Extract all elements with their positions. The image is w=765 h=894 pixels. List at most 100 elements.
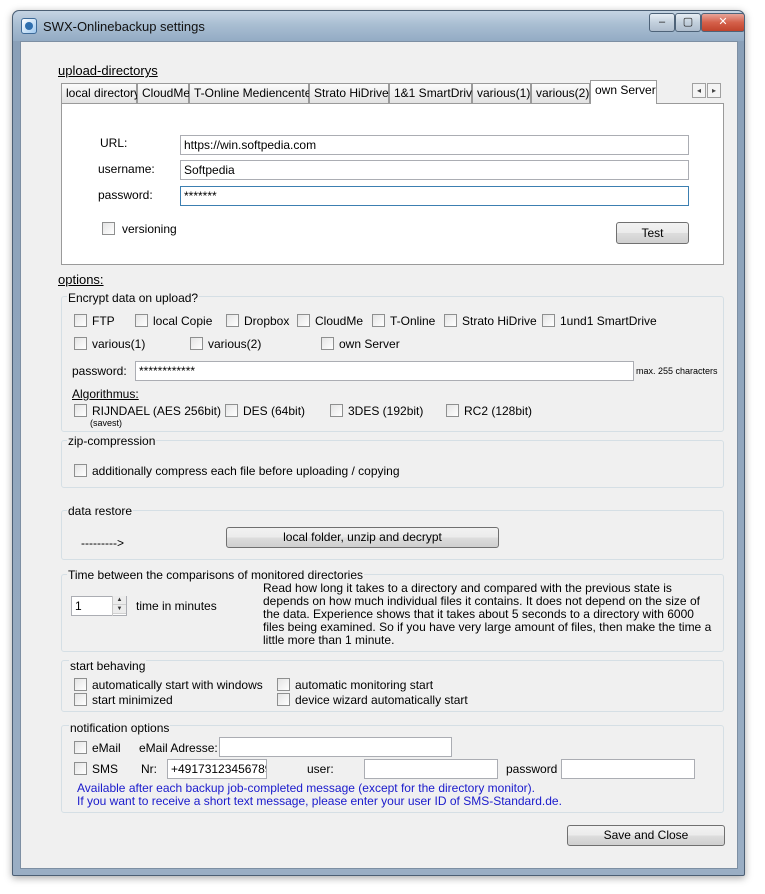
encrypt-various1-checkbox[interactable]	[74, 337, 87, 350]
tab-own-server[interactable]: own Server	[590, 80, 657, 104]
spin-up-icon[interactable]: ▲	[113, 596, 126, 605]
tab-scroll-left-icon[interactable]: ◂	[692, 83, 706, 98]
encrypt-t-online-label: T-Online	[390, 314, 436, 328]
window-title: SWX-Onlinebackup settings	[43, 19, 205, 34]
monitor-info-text: Read how long it takes to a directory an…	[263, 581, 712, 647]
sms-password-label: password	[506, 762, 558, 776]
url-input[interactable]: https://win.softpedia.com	[180, 135, 689, 155]
url-label: URL:	[100, 136, 128, 150]
monitor-title: Time between the comparisons of monitore…	[67, 568, 365, 582]
own-server-panel: URL: https://win.softpedia.com username:…	[61, 103, 724, 265]
sms-user-label: user:	[307, 762, 334, 776]
sms-label: SMS	[92, 762, 119, 776]
autostart-windows-checkbox[interactable]	[74, 678, 87, 691]
savest-note: (savest)	[90, 418, 123, 428]
auto-monitoring-label: automatic monitoring start	[295, 678, 434, 692]
encrypt-cloudme-checkbox[interactable]	[297, 314, 310, 327]
algo-rc2-checkbox[interactable]	[446, 404, 459, 417]
sms-user-input[interactable]	[364, 759, 498, 779]
encrypt-strato-label: Strato HiDrive	[462, 314, 537, 328]
encrypt-dropbox-label: Dropbox	[244, 314, 290, 328]
algo-3des-label: 3DES (192bit)	[348, 404, 424, 418]
algo-des-label: DES (64bit)	[243, 404, 306, 418]
sms-nr-input[interactable]: +49173123456789	[167, 759, 267, 779]
encrypt-own-server-checkbox[interactable]	[321, 337, 334, 350]
monitor-minutes-stepper[interactable]: ▲ ▼	[112, 596, 126, 616]
encrypt-password-input[interactable]: ************	[135, 361, 634, 381]
email-checkbox[interactable]	[74, 741, 87, 754]
algo-rc2-label: RC2 (128bit)	[464, 404, 533, 418]
notify-title: notification options	[69, 721, 171, 735]
encrypt-1und1-label: 1und1 SmartDrive	[560, 314, 657, 328]
encrypt-local-copie-label: local Copie	[153, 314, 213, 328]
restore-arrow: --------->	[81, 536, 124, 550]
autostart-windows-label: automatically start with windows	[92, 678, 263, 692]
encrypt-ftp-label: FTP	[92, 314, 115, 328]
upload-heading: upload-directorys	[58, 63, 158, 78]
encrypt-t-online-checkbox[interactable]	[372, 314, 385, 327]
encrypt-password-label: password:	[72, 364, 127, 378]
algo-3des-checkbox[interactable]	[330, 404, 343, 417]
encrypt-ftp-checkbox[interactable]	[74, 314, 87, 327]
zip-compress-label: additionally compress each file before u…	[92, 464, 400, 478]
versioning-label: versioning	[122, 222, 177, 236]
device-wizard-checkbox[interactable]	[277, 693, 290, 706]
start-minimized-label: start minimized	[92, 693, 173, 707]
zip-compress-checkbox[interactable]	[74, 464, 87, 477]
start-title: start behaving	[69, 659, 147, 673]
client-area: upload-directorys local directory CloudM…	[20, 41, 738, 869]
auto-monitoring-checkbox[interactable]	[277, 678, 290, 691]
encrypt-local-copie-checkbox[interactable]	[135, 314, 148, 327]
tab-strato-hidrive[interactable]: Strato HiDrive	[309, 83, 389, 103]
username-label: username:	[98, 162, 155, 176]
tab-scroll-right-icon[interactable]: ▸	[707, 83, 721, 98]
username-input[interactable]: Softpedia	[180, 160, 689, 180]
algo-rijndael-checkbox[interactable]	[74, 404, 87, 417]
title-bar[interactable]: SWX-Onlinebackup settings – ▢ ✕	[13, 11, 745, 41]
settings-window: SWX-Onlinebackup settings – ▢ ✕ upload-d…	[12, 10, 745, 876]
email-address-input[interactable]	[219, 737, 452, 757]
encrypt-strato-checkbox[interactable]	[444, 314, 457, 327]
monitor-unit-label: time in minutes	[136, 599, 217, 613]
notify-note-availability: Available after each backup job-complete…	[77, 781, 536, 795]
app-icon	[21, 18, 37, 34]
tab-1und1-smartdrive[interactable]: 1&1 SmartDrive	[389, 83, 479, 103]
start-minimized-checkbox[interactable]	[74, 693, 87, 706]
maximize-button[interactable]: ▢	[675, 13, 701, 32]
sms-password-input[interactable]	[561, 759, 695, 779]
algorithm-label: Algorithmus:	[72, 387, 139, 401]
sms-checkbox[interactable]	[74, 762, 87, 775]
tab-various-2[interactable]: various(2)	[531, 83, 590, 103]
tab-various-1[interactable]: various(1)	[472, 83, 531, 103]
encrypt-title: Encrypt data on upload?	[67, 291, 200, 305]
versioning-checkbox[interactable]	[102, 222, 115, 235]
max-chars-note: max. 255 characters	[636, 366, 718, 376]
tab-local-directory[interactable]: local directory	[61, 83, 140, 103]
spin-down-icon[interactable]: ▼	[113, 605, 126, 614]
password-label: password:	[98, 188, 153, 202]
encrypt-various2-checkbox[interactable]	[190, 337, 203, 350]
device-wizard-label: device wizard automatically start	[295, 693, 468, 707]
sms-nr-label: Nr:	[141, 762, 157, 776]
close-button[interactable]: ✕	[701, 13, 745, 32]
tab-t-online[interactable]: T-Online Mediencenter	[189, 83, 315, 103]
notify-note-sms: If you want to receive a short text mess…	[77, 794, 562, 808]
options-heading: options:	[58, 272, 104, 287]
save-and-close-button[interactable]: Save and Close	[567, 825, 725, 846]
algo-des-checkbox[interactable]	[225, 404, 238, 417]
test-button[interactable]: Test	[616, 222, 689, 244]
encrypt-cloudme-label: CloudMe	[315, 314, 364, 328]
encrypt-dropbox-checkbox[interactable]	[226, 314, 239, 327]
email-label: eMail	[92, 741, 121, 755]
zip-title: zip-compression	[67, 434, 157, 448]
algo-rijndael-label: RIJNDAEL (AES 256bit)	[92, 404, 221, 418]
encrypt-1und1-checkbox[interactable]	[542, 314, 555, 327]
tab-cloudme[interactable]: CloudMe	[137, 83, 190, 103]
minimize-button[interactable]: –	[649, 13, 675, 32]
restore-title: data restore	[67, 504, 134, 518]
encrypt-various2-label: various(2)	[208, 337, 262, 351]
restore-button[interactable]: local folder, unzip and decrypt	[226, 527, 499, 548]
email-address-label: eMail Adresse:	[139, 741, 218, 755]
password-input[interactable]: *******	[180, 186, 689, 206]
encrypt-various1-label: various(1)	[92, 337, 146, 351]
